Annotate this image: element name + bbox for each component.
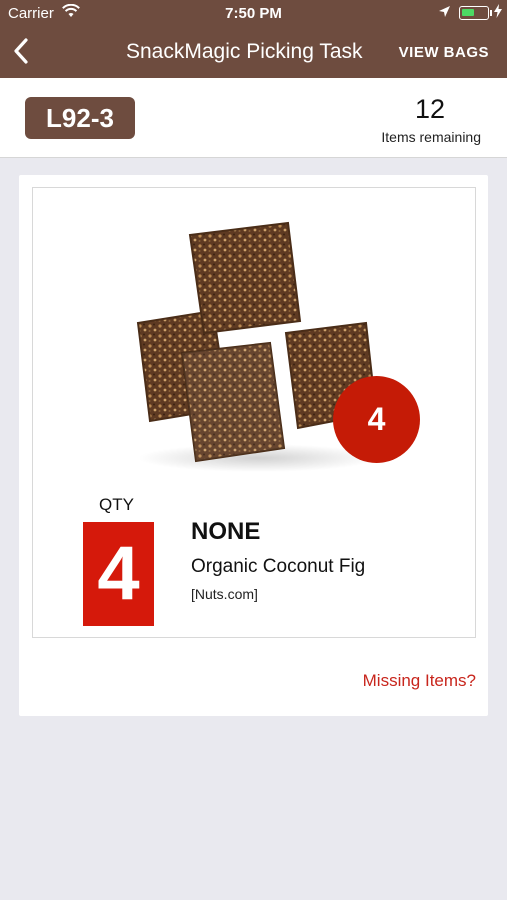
product-brand: [Nuts.com] [191, 586, 258, 602]
charging-bolt-icon [494, 4, 502, 21]
product-name: Organic Coconut Fig [191, 556, 366, 577]
quantity-box: 4 [83, 522, 154, 626]
pick-summary: L92-3 12 Items remaining [0, 78, 507, 158]
location-badge: L92-3 [25, 97, 135, 139]
page-title: SnackMagic Picking Task [126, 40, 363, 63]
navigation-bar: SnackMagic Picking Task VIEW BAGS [0, 28, 507, 78]
chevron-left-icon [14, 38, 28, 64]
item-card: 4 QTY 4 NONE Organic Coconut Fig [Nuts.c… [19, 175, 488, 716]
location-arrow-icon [438, 5, 451, 22]
missing-items-link[interactable]: Missing Items? [363, 671, 476, 691]
item-details: 4 QTY 4 NONE Organic Coconut Fig [Nuts.c… [32, 187, 476, 638]
battery-icon [459, 6, 489, 20]
items-remaining-count: 12 [414, 94, 445, 124]
battery-tip [490, 10, 492, 16]
item-variant: NONE [191, 518, 261, 545]
back-button[interactable] [6, 34, 36, 68]
quantity-badge: 4 [333, 376, 420, 463]
status-bar: Carrier 7:50 PM [0, 0, 507, 28]
view-bags-button[interactable]: VIEW BAGS [399, 44, 489, 61]
app-header: Carrier 7:50 PM SnackMagic Picking Task … [0, 0, 507, 78]
items-remaining-label: Items remaining [381, 129, 481, 145]
clock: 7:50 PM [225, 5, 282, 22]
battery-level [462, 9, 474, 16]
qty-label: QTY [99, 495, 134, 514]
